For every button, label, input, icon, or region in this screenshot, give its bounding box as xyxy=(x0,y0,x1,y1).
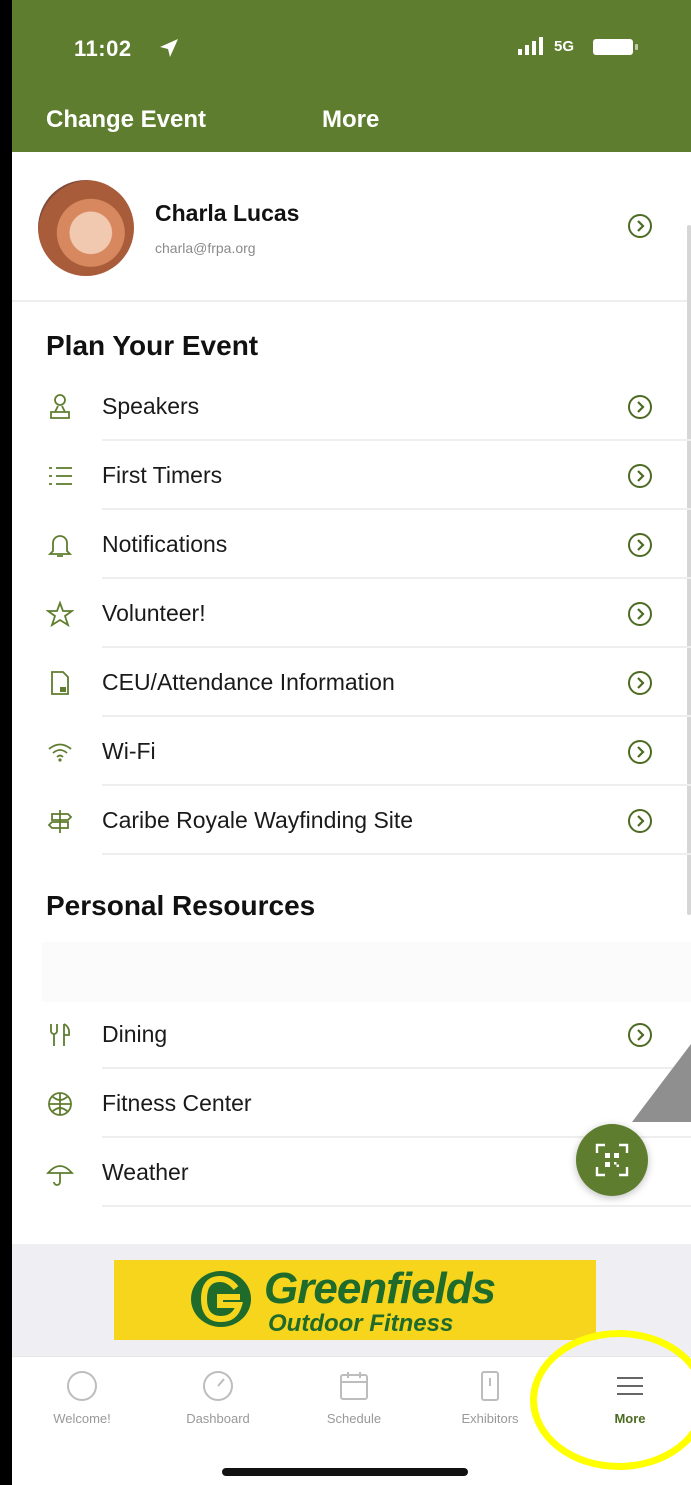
list-icon xyxy=(49,466,72,485)
chevron-right-icon xyxy=(628,670,652,695)
speaker-icon xyxy=(50,393,70,419)
profile-row[interactable]: Charla Lucas charla@frpa.org xyxy=(12,152,691,302)
profile-email: charla@frpa.org xyxy=(155,240,256,256)
tab-welcome[interactable]: Welcome! xyxy=(22,1369,142,1439)
chevron-right-icon xyxy=(628,214,652,238)
section-title-personal: Personal Resources xyxy=(46,890,316,921)
signpost-icon xyxy=(47,809,73,833)
page-title: More xyxy=(322,106,380,133)
chevron-right-icon xyxy=(628,808,652,833)
tab-label: Welcome! xyxy=(53,1411,111,1426)
dining-icon xyxy=(50,1022,71,1046)
menu-item-wayfinding[interactable]: Caribe Royale Wayfinding Site xyxy=(12,786,691,855)
menu-item-label: Volunteer! xyxy=(102,599,206,626)
menu-item-volunteer[interactable]: Volunteer! xyxy=(12,579,691,648)
greenfields-logo-icon xyxy=(191,1271,251,1327)
menu-item-label: CEU/Attendance Information xyxy=(102,668,395,695)
star-icon xyxy=(46,599,74,627)
status-time: 11:02 xyxy=(74,36,132,61)
menu-item-ceu-attendance[interactable]: CEU/Attendance Information xyxy=(12,648,691,717)
chevron-right-icon xyxy=(628,394,652,419)
document-icon xyxy=(51,670,69,695)
tab-dashboard[interactable]: Dashboard xyxy=(158,1369,278,1439)
divider xyxy=(102,853,691,855)
change-event-button[interactable]: Change Event xyxy=(46,106,206,134)
network-type: 5G xyxy=(554,38,575,55)
ad-banner[interactable]: Greenfields Outdoor Fitness xyxy=(114,1260,596,1340)
menu-item-label: Notifications xyxy=(102,530,228,557)
booth-icon xyxy=(481,1371,499,1401)
avatar xyxy=(38,180,134,276)
qr-code-icon xyxy=(595,1143,629,1177)
chevron-right-icon xyxy=(628,739,652,764)
profile-name: Charla Lucas xyxy=(155,200,300,226)
menu-item-label: Dining xyxy=(102,1020,168,1047)
location-arrow-icon xyxy=(160,39,178,57)
gauge-icon xyxy=(203,1371,233,1401)
ad-brand: Greenfields xyxy=(264,1264,496,1313)
menu-item-label: Weather xyxy=(102,1158,189,1185)
menu-item-fitness[interactable]: Fitness Center xyxy=(12,1069,691,1138)
wifi-icon xyxy=(48,743,72,762)
bell-icon xyxy=(47,534,73,557)
home-indicator[interactable] xyxy=(222,1468,468,1476)
fitness-icon xyxy=(48,1091,72,1116)
annotation-arrow xyxy=(632,1043,691,1122)
tab-schedule[interactable]: Schedule xyxy=(294,1369,414,1439)
tab-label: Dashboard xyxy=(186,1411,250,1426)
chevron-right-icon xyxy=(628,601,652,626)
chevron-right-icon xyxy=(628,463,652,488)
menu-item-label: Caribe Royale Wayfinding Site xyxy=(102,806,414,833)
qr-scan-button[interactable] xyxy=(576,1124,648,1196)
circle-icon xyxy=(67,1371,97,1401)
menu-item-speakers[interactable]: Speakers xyxy=(12,372,691,441)
chevron-right-icon xyxy=(628,532,652,557)
battery-icon xyxy=(593,39,638,55)
app-screen: 11:02 5G Change Event More Charla Lucas … xyxy=(12,0,691,1485)
section-title-plan: Plan Your Event xyxy=(46,330,259,361)
menu-item-label: Fitness Center xyxy=(102,1089,252,1116)
top-bar: 11:02 5G Change Event More xyxy=(12,0,691,152)
menu-item-wifi[interactable]: Wi-Fi xyxy=(12,717,691,786)
menu-item-dining[interactable]: Dining xyxy=(12,1000,691,1069)
signal-icon xyxy=(518,37,543,55)
ad-tagline: Outdoor Fitness xyxy=(268,1310,454,1337)
menu-item-label: First Timers xyxy=(102,461,223,488)
menu-item-notifications[interactable]: Notifications xyxy=(12,510,691,579)
tab-label: Schedule xyxy=(326,1411,382,1426)
calendar-icon xyxy=(340,1372,368,1400)
umbrella-icon xyxy=(46,1164,74,1186)
menu-item-label: Speakers xyxy=(102,392,200,419)
spacer xyxy=(42,942,691,1002)
divider xyxy=(102,1205,691,1207)
menu-item-first-timers[interactable]: First Timers xyxy=(12,441,691,510)
menu-item-label: Wi-Fi xyxy=(102,737,156,764)
